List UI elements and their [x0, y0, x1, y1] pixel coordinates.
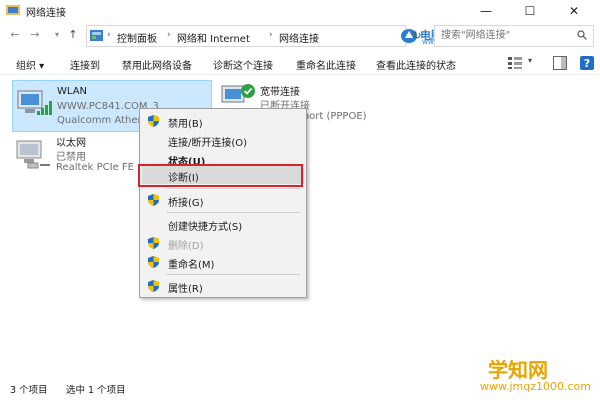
menu-item-properties[interactable]: 属性(R)	[142, 277, 304, 295]
connect-to-button[interactable]: 连接到	[70, 57, 100, 72]
menu-item-label: 连接/断开连接(O)	[168, 138, 248, 149]
menu-item-label: 禁用(B)	[168, 119, 203, 130]
breadcrumb-network-internet[interactable]: 网络和 Internet	[177, 30, 250, 45]
connection-name: 宽带连接	[260, 87, 300, 98]
svg-text:?: ?	[584, 57, 590, 70]
breadcrumb-control-panel[interactable]: 控制面板	[117, 30, 157, 45]
breadcrumb-network-connections[interactable]: 网络连接	[279, 30, 319, 45]
menu-item-create-shortcut[interactable]: 创建快捷方式(S)	[142, 215, 304, 233]
minimize-button[interactable]: —	[464, 0, 508, 22]
breadcrumb-separator-icon: ›	[107, 30, 111, 40]
network-folder-icon	[6, 5, 20, 15]
forward-arrow-icon[interactable]: →	[28, 28, 42, 42]
maximize-button[interactable]: ☐	[508, 0, 552, 22]
menu-item-connect-disconnect[interactable]: 连接/断开连接(O)	[142, 131, 304, 149]
title-bar: 网络连接 — ☐ ✕	[0, 0, 600, 22]
menu-item-rename[interactable]: 重命名(M)	[142, 253, 304, 271]
connection-device: Realtek PCIe FE	[56, 162, 134, 173]
connection-name: 以太网	[56, 138, 86, 149]
uac-shield-icon	[148, 256, 159, 268]
menu-item-label: 删除(D)	[168, 241, 204, 252]
menu-item-label: 属性(R)	[168, 284, 203, 295]
window-title: 网络连接	[26, 8, 66, 19]
diagnose-connection-button[interactable]: 诊断这个连接	[213, 57, 273, 72]
search-input[interactable]	[441, 27, 569, 43]
view-options-dropdown-icon[interactable]: ▾	[528, 56, 532, 65]
site-watermark-url: www.jmqz1000.com	[480, 380, 591, 393]
control-panel-icon	[90, 30, 103, 41]
item-count: 3 个项目	[10, 385, 48, 396]
recent-locations-icon[interactable]: ▾	[50, 28, 64, 42]
highlight-annotation-box	[138, 164, 303, 187]
connection-device: Qualcomm Athero	[57, 115, 148, 126]
menu-item-delete[interactable]: 删除(D)	[142, 234, 304, 252]
context-menu: 禁用(B) 连接/断开连接(O) 状态(U) 诊断(I) 桥接(G) 创建快捷方…	[139, 108, 307, 298]
selected-count: 选中 1 个项目	[66, 385, 126, 396]
command-bar: 组织 ▾ 连接到 禁用此网络设备 诊断这个连接 重命名此连接 查看此连接的状态 …	[0, 52, 600, 75]
help-icon[interactable]: ?	[580, 56, 594, 70]
rename-connection-button[interactable]: 重命名此连接	[296, 57, 356, 72]
uac-shield-icon	[148, 237, 159, 249]
address-bar[interactable]: › 控制面板 › 网络和 Internet › 网络连接 电脑百事网 WWW.P…	[86, 25, 476, 47]
breadcrumb-separator-icon: ›	[269, 30, 273, 40]
connection-name: WLAN	[57, 86, 88, 97]
close-button[interactable]: ✕	[552, 0, 596, 22]
ethernet-adapter-icon	[16, 140, 50, 169]
menu-item-label: 桥接(G)	[168, 198, 204, 209]
preview-pane-icon[interactable]	[553, 56, 567, 70]
breadcrumb-separator-icon: ›	[167, 30, 171, 40]
view-options-icon[interactable]	[508, 57, 522, 69]
uac-shield-icon	[148, 115, 159, 127]
menu-item-label: 创建快捷方式(S)	[168, 222, 243, 233]
menu-separator	[166, 274, 300, 275]
menu-separator	[166, 212, 300, 213]
menu-separator	[166, 188, 300, 189]
search-icon	[577, 30, 587, 40]
connection-status: 已禁用	[56, 152, 86, 163]
view-status-button[interactable]: 查看此连接的状态	[376, 57, 456, 72]
wireless-adapter-icon	[17, 90, 52, 115]
disable-device-button[interactable]: 禁用此网络设备	[122, 57, 192, 72]
back-arrow-icon[interactable]: ←	[8, 28, 22, 42]
connection-device: iport (PPPOE)	[300, 111, 367, 122]
refresh-icon[interactable]: ↻	[410, 29, 424, 43]
menu-item-bridge[interactable]: 桥接(G)	[142, 191, 304, 209]
menu-item-disable[interactable]: 禁用(B)	[142, 112, 304, 130]
site-watermark-name: 学知网	[488, 358, 548, 382]
uac-shield-icon	[148, 280, 159, 292]
site-watermark: 学知网 www.jmqz1000.com	[480, 354, 596, 398]
menu-item-label: 重命名(M)	[168, 260, 215, 271]
uac-shield-icon	[148, 194, 159, 206]
search-box[interactable]	[434, 25, 594, 47]
organize-menu[interactable]: 组织 ▾	[16, 57, 44, 72]
up-arrow-icon[interactable]: ↑	[66, 28, 80, 42]
